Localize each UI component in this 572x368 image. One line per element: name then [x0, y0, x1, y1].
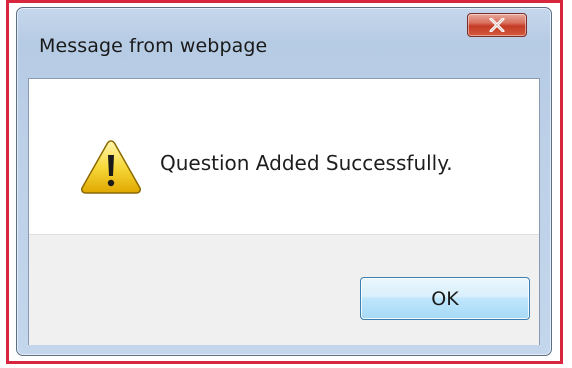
- close-button[interactable]: [467, 13, 527, 37]
- dialog-title: Message from webpage: [39, 35, 268, 57]
- message-dialog: Message from webpage Question Added Succ…: [16, 7, 552, 356]
- dialog-message: Question Added Successfully.: [160, 151, 453, 175]
- close-icon: [489, 18, 505, 32]
- highlight-frame: Message from webpage Question Added Succ…: [6, 0, 563, 364]
- button-bar: OK: [29, 234, 539, 345]
- message-area: Question Added Successfully.: [29, 79, 539, 234]
- dialog-body: Question Added Successfully. OK: [28, 78, 540, 345]
- warning-icon: [81, 140, 141, 194]
- ok-button[interactable]: OK: [360, 277, 530, 320]
